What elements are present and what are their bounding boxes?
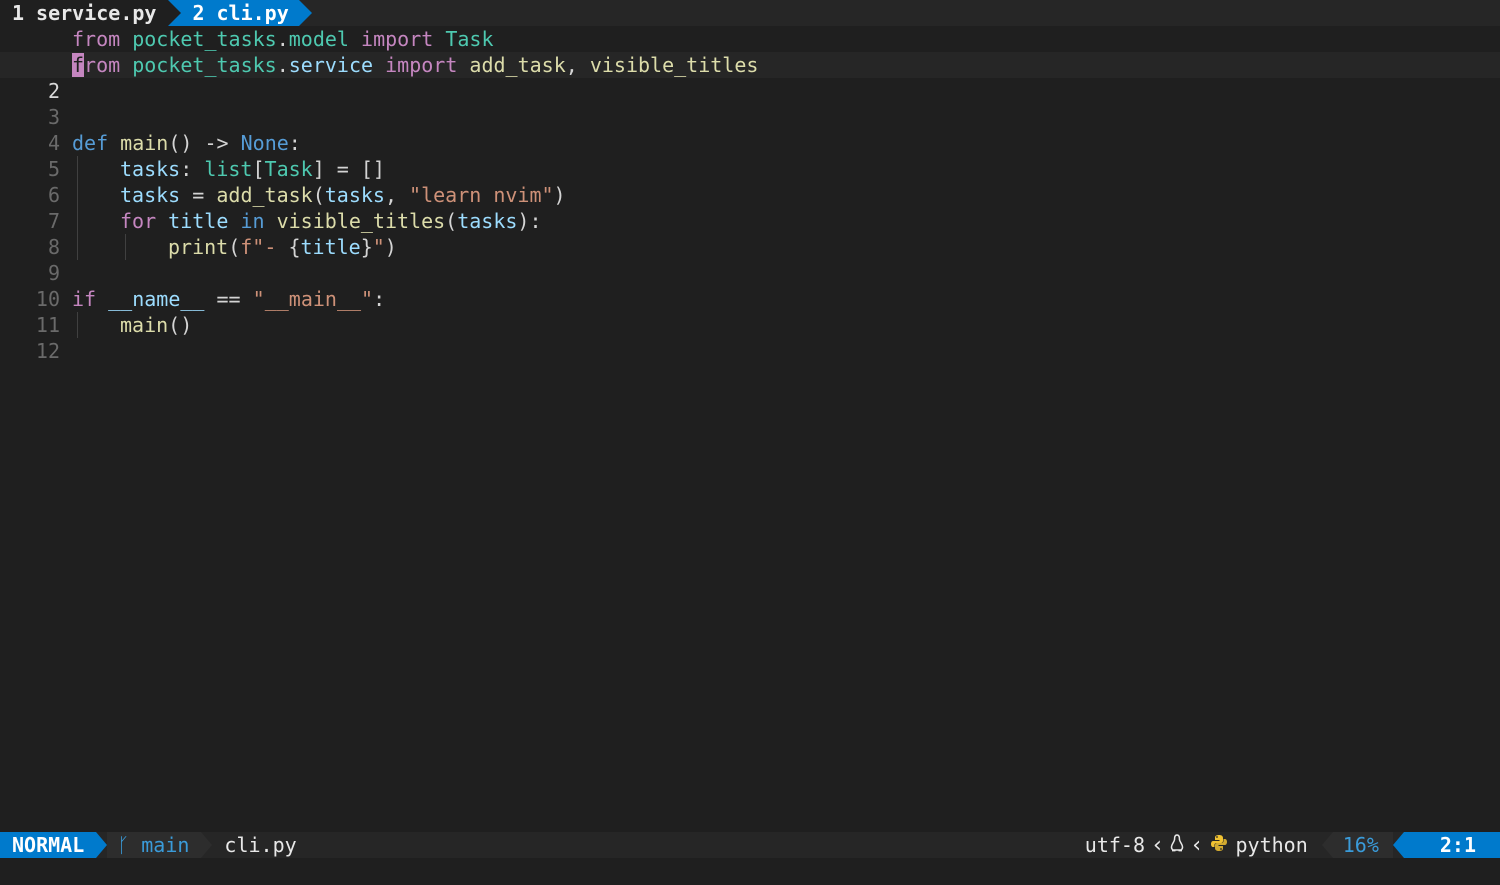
code-line[interactable]: 7 tasks = add_task(tasks, "learn nvim") [0, 182, 1500, 233]
code-text: tasks = add_task(tasks, "learn nvim") [120, 183, 566, 207]
tab-service-py[interactable]: 1 service.py [0, 0, 169, 26]
code-text: if __name__ == "__main__": [72, 287, 386, 311]
code-line[interactable]: 3 [0, 78, 1500, 129]
line-number: 12 [35, 339, 60, 363]
tabline: 1 service.py 2 cli.py [0, 0, 1500, 26]
filename: cli.py [224, 833, 297, 857]
tab-separator-arrow [168, 0, 182, 26]
cursor: f [72, 53, 85, 77]
tab-end-arrow [298, 0, 312, 26]
code-line[interactable]: 10 [0, 260, 1500, 311]
code-text: print(f"- {title}") [168, 235, 397, 259]
chevron-left-icon: ‹ [1151, 832, 1165, 858]
cursor-position: 2:1 [1403, 832, 1500, 858]
indent-guide [125, 234, 126, 260]
python-icon [1210, 833, 1228, 857]
branch-separator-arrow [201, 832, 213, 858]
code-text: def main() -> None: [72, 131, 301, 155]
code-line[interactable]: 6 tasks: list[Task] = [] [0, 156, 1500, 207]
code-line[interactable]: 4 [0, 104, 1500, 155]
filetype: python [1235, 833, 1308, 857]
code-line[interactable]: 12 main() [0, 312, 1500, 363]
chevron-left-icon: ‹ [1190, 832, 1204, 858]
tab-label: service.py [36, 1, 157, 25]
code-line[interactable]: 1 from pocket_tasks.model import Task [0, 26, 1500, 77]
statusline: NORMAL ᚴ main cli.py utf-8 ‹ ‹ python 16… [0, 832, 1500, 858]
file-encoding: utf-8 [1084, 833, 1145, 857]
percent-separator-arrow [1321, 832, 1333, 858]
tab-cli-py[interactable]: 2 cli.py [168, 0, 299, 26]
code-text: from pocket_tasks.model import Task [72, 27, 494, 51]
editor-buffer[interactable]: 1 from pocket_tasks.model import Task 2 … [0, 26, 1500, 832]
mode-indicator: NORMAL [0, 832, 97, 858]
code-line[interactable]: 8 for title in visible_titles(tasks): [0, 208, 1500, 259]
indent-guide [77, 208, 78, 234]
git-branch[interactable]: ᚴ main [107, 832, 202, 858]
code-text: main() [120, 313, 193, 337]
indent-guide [77, 182, 78, 208]
command-line[interactable] [0, 858, 1500, 885]
code-text: for title in visible_titles(tasks): [120, 209, 542, 233]
position-separator-arrow [1392, 832, 1404, 858]
tab-number: 2 [192, 1, 205, 25]
code-line[interactable]: 11 if __name__ == "__main__": [0, 286, 1500, 337]
git-branch-icon: ᚴ [117, 833, 130, 857]
linux-icon [1170, 833, 1184, 857]
mode-separator-arrow [96, 832, 108, 858]
indent-guide [77, 156, 78, 182]
indent-guide [77, 312, 78, 338]
indent-guide [77, 234, 78, 260]
code-line-current[interactable]: 2 from pocket_tasks.service import add_t… [0, 52, 1500, 103]
code-text: from pocket_tasks.service import add_tas… [72, 53, 759, 77]
code-line[interactable]: 5 def main() -> None: [0, 130, 1500, 181]
code-line[interactable]: 9 print(f"- {title}") [0, 234, 1500, 285]
tab-label: cli.py [216, 1, 289, 25]
scroll-percent: 16% [1332, 832, 1393, 858]
tab-number: 1 [12, 1, 25, 25]
branch-name: main [141, 833, 190, 857]
code-text: tasks: list[Task] = [] [120, 157, 385, 181]
